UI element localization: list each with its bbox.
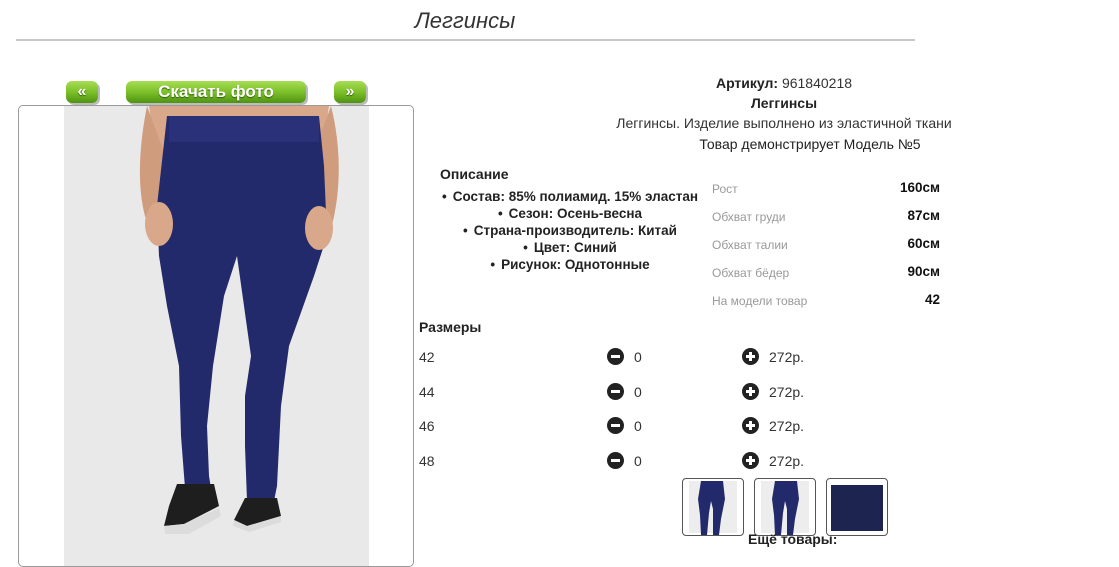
description-list: • Состав: 85% полиамид. 15% эластан • Сезо…: [440, 188, 700, 273]
measurement-label: Рост: [712, 182, 738, 196]
size-row: 48 0 272р.: [419, 450, 839, 472]
minus-icon[interactable]: [607, 383, 624, 400]
article-line: Артикул: 961840218: [600, 75, 968, 91]
description-item: • Сезон: Осень-весна: [497, 206, 643, 221]
product-description: Леггинсы. Изделие выполнено из эластично…: [616, 115, 952, 131]
product-name: Леггинсы: [750, 95, 818, 111]
prev-photo-button[interactable]: «: [66, 81, 98, 103]
quantity-value: 0: [634, 453, 642, 469]
article-value: 961840218: [781, 75, 853, 91]
quantity-value: 0: [634, 349, 642, 365]
title-divider: [16, 39, 915, 41]
measurement-row: Обхват талии 60см: [712, 236, 940, 256]
minus-icon[interactable]: [607, 417, 624, 434]
description-title: Описание: [440, 166, 509, 182]
more-products-label: Ещё товары:: [748, 531, 838, 547]
measurement-value: 87см: [907, 208, 940, 223]
size-label: 44: [419, 384, 435, 400]
size-label: 42: [419, 349, 435, 365]
description-item: • Состав: 85% полиамид. 15% эластан: [441, 189, 699, 204]
measurement-label: Обхват талии: [712, 238, 788, 252]
plus-icon[interactable]: [742, 348, 759, 365]
main-photo[interactable]: [18, 105, 414, 567]
size-row: 46 0 272р.: [419, 415, 839, 437]
thumbnail-figure: [698, 481, 725, 535]
page-title: Леггинсы: [414, 8, 516, 33]
plus-icon[interactable]: [742, 417, 759, 434]
thumbnail-figure: [772, 481, 799, 535]
price-value: 272р.: [769, 384, 805, 400]
price-value: 272р.: [769, 349, 805, 365]
quantity-value: 0: [634, 384, 642, 400]
description-item: • Рисунок: Однотонные: [490, 257, 650, 272]
next-photo-button[interactable]: »: [334, 81, 366, 103]
measurement-value: 60см: [907, 236, 940, 251]
size-label: 48: [419, 453, 435, 469]
measurement-value: 160см: [899, 180, 940, 195]
measurement-row: На модели товар 42: [712, 292, 940, 312]
measurement-row: Обхват груди 87см: [712, 208, 940, 228]
measurement-value: 42: [924, 292, 940, 307]
measurement-row: Обхват бёдер 90см: [712, 264, 940, 284]
description-item: • Цвет: Синий: [523, 240, 617, 255]
size-row: 42 0 272р.: [419, 346, 839, 368]
thumbnail-3[interactable]: [826, 478, 888, 536]
download-photo-button[interactable]: Скачать фото: [126, 81, 306, 103]
size-row: 44 0 272р.: [419, 381, 839, 403]
fabric-swatch: [831, 485, 883, 531]
article-label: Артикул:: [715, 75, 779, 91]
plus-icon[interactable]: [742, 452, 759, 469]
model-figure-illustration: [139, 106, 339, 534]
size-label: 46: [419, 418, 435, 434]
model-note: Товар демонстрирует Модель №5: [699, 136, 921, 152]
description-item: • Страна-производитель: Китай: [463, 223, 677, 238]
measurement-label: Обхват бёдер: [712, 266, 790, 280]
minus-icon[interactable]: [607, 452, 624, 469]
measurement-row: Рост 160см: [712, 180, 940, 200]
thumbnail-2[interactable]: [754, 478, 816, 536]
plus-icon[interactable]: [742, 383, 759, 400]
measurement-value: 90см: [907, 264, 940, 279]
measurement-label: Обхват груди: [712, 210, 786, 224]
sizes-title: Размеры: [419, 319, 482, 335]
quantity-value: 0: [634, 418, 642, 434]
minus-icon[interactable]: [607, 348, 624, 365]
price-value: 272р.: [769, 418, 805, 434]
price-value: 272р.: [769, 453, 805, 469]
measurement-label: На модели товар: [712, 294, 808, 308]
thumbnail-1[interactable]: [682, 478, 744, 536]
